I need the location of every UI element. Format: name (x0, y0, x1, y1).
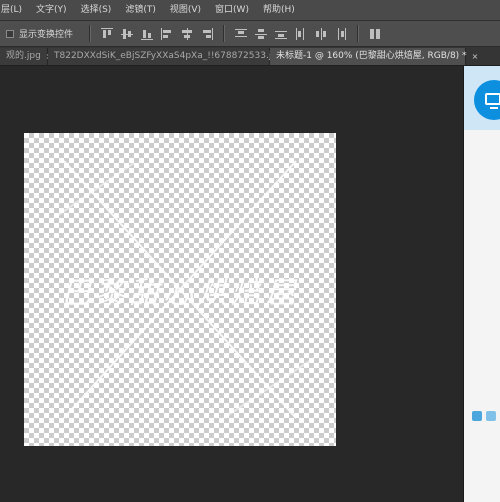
close-icon[interactable]: × (472, 48, 479, 65)
align-top-edges-icon[interactable] (101, 27, 114, 40)
menu-layer[interactable]: 层(L) (0, 0, 29, 20)
menu-bar: 层(L) 文字(Y) 选择(S) 滤镜(T) 视图(V) 窗口(W) 帮助(H) (0, 0, 500, 21)
distribute-bottom-icon[interactable] (275, 28, 288, 40)
tab-label: T822DXXdSiK_eBjSZFyXXaS4pXa_!!678872533.… (54, 51, 283, 61)
distribute-vertical-centers-icon[interactable] (255, 28, 268, 40)
document-canvas[interactable]: 巴黎甜心烘焙屋 (24, 133, 336, 446)
panel-tool-icon[interactable] (486, 411, 496, 421)
tab-document-1[interactable]: 观的.jpg × (0, 48, 53, 65)
tab-label: 未标题-1 @ 160% (巴黎甜心烘焙屋, RGB/8) * (276, 51, 467, 61)
show-transform-label: 显示变换控件 (19, 30, 74, 40)
menu-filter[interactable]: 滤镜(T) (118, 0, 163, 20)
distribute-left-icon[interactable] (295, 27, 307, 40)
align-bottom-edges-icon[interactable] (141, 28, 154, 40)
tab-document-2[interactable]: T822DXXdSiK_eBjSZFyXXaS4pXa_!!678872533.… (48, 48, 294, 65)
show-transform-checkbox[interactable] (6, 29, 14, 38)
menu-window[interactable]: 窗口(W) (208, 0, 256, 20)
distribute-right-icon[interactable] (335, 27, 347, 40)
panel-image-icon[interactable] (472, 411, 482, 421)
toolbar-divider (223, 25, 226, 42)
monitor-icon (485, 93, 500, 105)
align-vertical-centers-icon[interactable] (121, 28, 134, 40)
watermark-stroke (53, 162, 135, 219)
watermark-text: 巴黎甜心烘焙屋 (61, 276, 299, 311)
toolbar-divider (357, 25, 360, 42)
distribute-top-icon[interactable] (235, 28, 248, 40)
toolbar-divider (89, 25, 92, 42)
menu-help[interactable]: 帮助(H) (256, 0, 302, 20)
tab-document-active[interactable]: 未标题-1 @ 160% (巴黎甜心烘焙屋, RGB/8) * × (270, 48, 478, 65)
distribute-horizontal-centers-icon[interactable] (315, 27, 327, 40)
options-bar: 显示变换控件 (0, 21, 500, 47)
panel-header (464, 66, 500, 130)
watermark-stroke (223, 357, 315, 419)
align-left-edges-icon[interactable] (161, 27, 173, 40)
align-right-edges-icon[interactable] (201, 27, 214, 40)
auto-align-layers-icon[interactable] (369, 28, 381, 40)
monitor-stand-icon (490, 107, 498, 109)
menu-type[interactable]: 文字(Y) (29, 0, 74, 20)
tab-label: 观的.jpg (6, 51, 41, 61)
right-side-panel (463, 66, 500, 502)
menu-select[interactable]: 选择(S) (74, 0, 119, 20)
align-horizontal-centers-icon[interactable] (181, 27, 193, 40)
document-tab-bar: 观的.jpg × T822DXXdSiK_eBjSZFyXXaS4pXa_!!6… (0, 47, 500, 66)
menu-view[interactable]: 视图(V) (163, 0, 208, 20)
watermark-layer: 巴黎甜心烘焙屋 (53, 160, 315, 419)
